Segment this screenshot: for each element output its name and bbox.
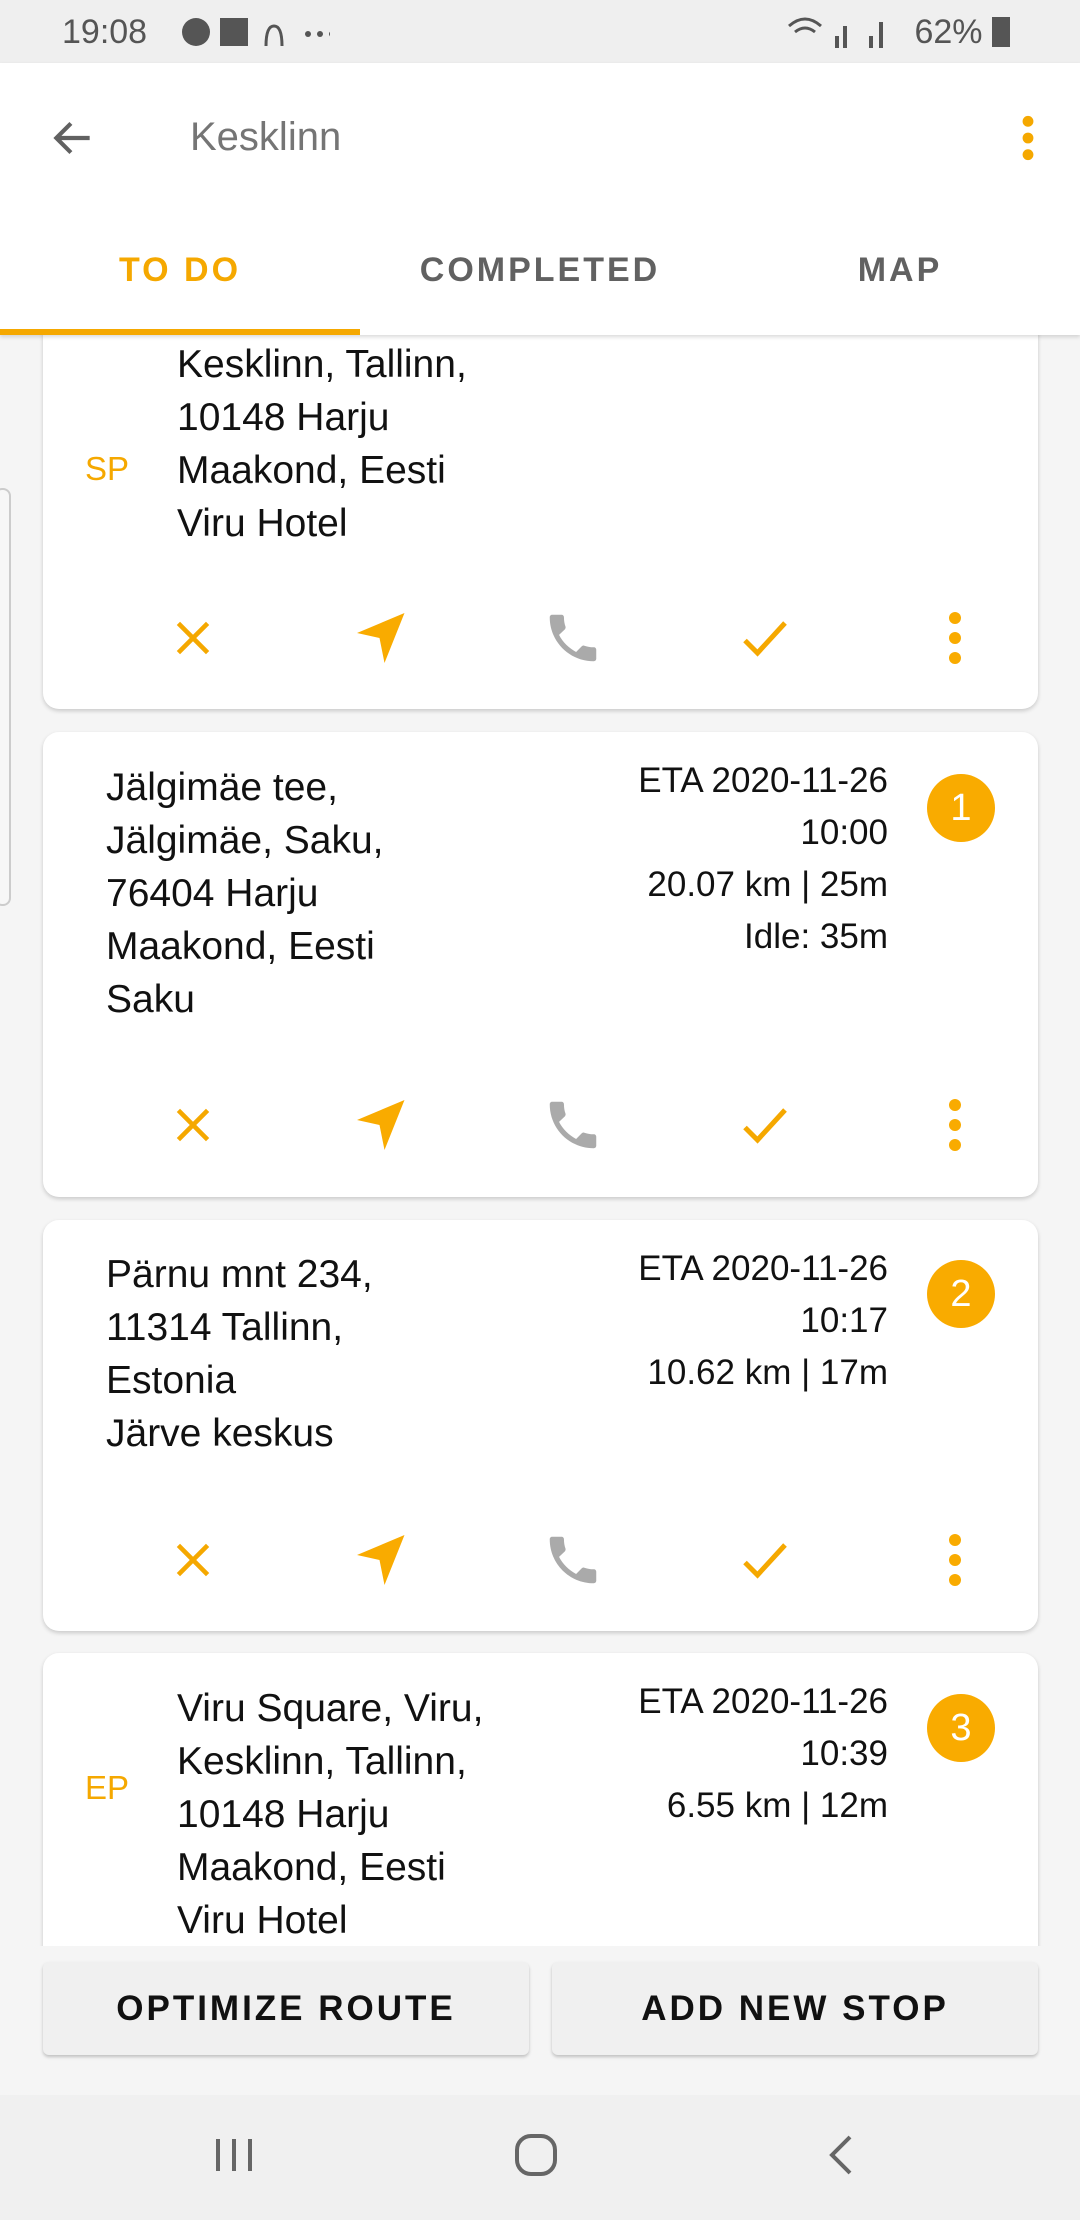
stop-list[interactable]: SP Kesklinn, Tallinn, 10148 Harju Maakond, … bbox=[0, 335, 1080, 1946]
eta-line: Idle: 35m bbox=[744, 917, 888, 956]
stop-address: Viru Square, Viru, Kesklinn, Tallinn, 1014… bbox=[177, 1682, 483, 1946]
navigation-icon bbox=[352, 1530, 412, 1590]
cancel-stop-button[interactable] bbox=[158, 1090, 228, 1160]
recent-apps-icon[interactable] bbox=[212, 2133, 256, 2177]
check-icon bbox=[735, 1095, 795, 1155]
more-vert-icon[interactable] bbox=[1016, 113, 1040, 163]
phone-icon bbox=[542, 1529, 604, 1591]
address-line: Maakond, Eesti bbox=[177, 449, 446, 492]
more-vert-icon bbox=[945, 608, 965, 668]
home-icon[interactable] bbox=[512, 2131, 560, 2179]
stop-number-badge: 3 bbox=[927, 1694, 995, 1762]
check-icon bbox=[735, 1530, 795, 1590]
stop-menu-button[interactable] bbox=[920, 1525, 990, 1595]
status-time: 19:08 bbox=[62, 13, 148, 51]
optimize-route-button[interactable]: OPTIMIZE ROUTE bbox=[43, 1962, 529, 2055]
eta-line: 10:00 bbox=[800, 813, 888, 852]
complete-stop-button[interactable] bbox=[730, 603, 800, 673]
stop-eta: ETA 2020-11-26 10:39 6.55 km | 12m bbox=[638, 1676, 888, 1832]
stop-number-badge: 1 bbox=[927, 774, 995, 842]
scrollbar[interactable] bbox=[0, 488, 11, 906]
tab-indicator bbox=[0, 329, 360, 335]
address-line: Viru Hotel bbox=[177, 502, 348, 545]
tab-completed[interactable]: COMPLETED bbox=[360, 251, 720, 290]
back-arrow-icon[interactable] bbox=[48, 113, 98, 163]
navigate-button[interactable] bbox=[347, 1525, 417, 1595]
check-icon bbox=[735, 608, 795, 668]
navigate-button[interactable] bbox=[347, 1090, 417, 1160]
add-new-stop-button[interactable]: ADD NEW STOP bbox=[552, 1962, 1038, 2055]
eta-line: ETA 2020-11-26 bbox=[638, 761, 888, 800]
address-line: Jälgimäe tee, bbox=[106, 766, 338, 809]
address-line: Saku bbox=[106, 978, 195, 1021]
app-bar: Kesklinn TO DO COMPLETED MAP bbox=[0, 63, 1080, 335]
stop-card[interactable]: SP Kesklinn, Tallinn, 10148 Harju Maakond, … bbox=[43, 335, 1038, 709]
call-button[interactable] bbox=[538, 603, 608, 673]
more-vert-icon bbox=[945, 1530, 965, 1590]
address-line: 11314 Tallinn, bbox=[106, 1306, 344, 1349]
stop-card[interactable]: EP Viru Square, Viru, Kesklinn, Tallinn, 10… bbox=[43, 1653, 1038, 1946]
phone-icon bbox=[542, 607, 604, 669]
stop-menu-button[interactable] bbox=[920, 603, 990, 673]
address-line: 10148 Harju bbox=[177, 1793, 390, 1836]
address-line: 10148 Harju bbox=[177, 396, 390, 439]
address-line: Estonia bbox=[106, 1359, 237, 1402]
cancel-stop-button[interactable] bbox=[158, 603, 228, 673]
address-line: Viru Hotel bbox=[177, 1899, 348, 1942]
cancel-icon bbox=[168, 1535, 218, 1585]
call-button[interactable] bbox=[538, 1090, 608, 1160]
eta-line: 10:39 bbox=[800, 1734, 888, 1773]
cancel-icon bbox=[168, 613, 218, 663]
address-line: Kesklinn, Tallinn, bbox=[177, 1740, 467, 1783]
page-title: Kesklinn bbox=[190, 115, 342, 159]
more-vert-icon bbox=[945, 1095, 965, 1155]
stop-eta: ETA 2020-11-26 10:17 10.62 km | 17m bbox=[638, 1243, 888, 1399]
address-line: Maakond, Eesti bbox=[106, 925, 375, 968]
address-line: 76404 Harju bbox=[106, 872, 319, 915]
call-button[interactable] bbox=[538, 1525, 608, 1595]
address-line: Jälgimäe, Saku, bbox=[106, 819, 384, 862]
stop-type-label: EP bbox=[85, 1769, 130, 1806]
eta-line: 6.55 km | 12m bbox=[666, 1786, 888, 1825]
notification-icons bbox=[182, 18, 330, 47]
stop-menu-button[interactable] bbox=[920, 1090, 990, 1160]
address-line: Järve keskus bbox=[106, 1412, 334, 1455]
tab-to-do[interactable]: TO DO bbox=[0, 251, 360, 290]
address-line: Viru Square, Viru, bbox=[177, 1687, 484, 1730]
navigation-icon bbox=[352, 1095, 412, 1155]
navigation-icon bbox=[352, 608, 412, 668]
system-back-icon[interactable] bbox=[820, 2133, 864, 2177]
tab-map[interactable]: MAP bbox=[720, 251, 1080, 290]
address-line: Maakond, Eesti bbox=[177, 1846, 446, 1889]
system-nav-bar bbox=[0, 2095, 1080, 2220]
stop-address: Pärnu mnt 234, 11314 Tallinn, Estonia Järve… bbox=[106, 1248, 373, 1460]
address-line: Pärnu mnt 234, bbox=[106, 1253, 373, 1296]
complete-stop-button[interactable] bbox=[730, 1090, 800, 1160]
battery-icon bbox=[992, 17, 1010, 47]
battery-level: 62% bbox=[914, 13, 1010, 52]
bottom-actions: OPTIMIZE ROUTE ADD NEW STOP bbox=[0, 1946, 1080, 2095]
stop-card[interactable]: Pärnu mnt 234, 11314 Tallinn, Estonia Järve… bbox=[43, 1220, 1038, 1631]
stop-address: Kesklinn, Tallinn, 10148 Harju Maakond, Ee… bbox=[177, 338, 467, 550]
stop-address: Jälgimäe tee, Jälgimäe, Saku, 76404 Harju M… bbox=[106, 761, 383, 1026]
signal-icons bbox=[788, 17, 883, 48]
eta-line: ETA 2020-11-26 bbox=[638, 1682, 888, 1721]
eta-line: 10:17 bbox=[800, 1301, 888, 1340]
cancel-icon bbox=[168, 1100, 218, 1150]
stop-eta: ETA 2020-11-26 10:00 20.07 km | 25m Idle: 3… bbox=[638, 755, 888, 963]
status-bar: 19:08 62% bbox=[0, 0, 1080, 63]
cancel-stop-button[interactable] bbox=[158, 1525, 228, 1595]
eta-line: 20.07 km | 25m bbox=[647, 865, 888, 904]
stop-type-label: SP bbox=[85, 450, 130, 487]
stop-number-badge: 2 bbox=[927, 1260, 995, 1328]
eta-line: 10.62 km | 17m bbox=[647, 1353, 888, 1392]
complete-stop-button[interactable] bbox=[730, 1525, 800, 1595]
eta-line: ETA 2020-11-26 bbox=[638, 1249, 888, 1288]
navigate-button[interactable] bbox=[347, 603, 417, 673]
address-line: Kesklinn, Tallinn, bbox=[177, 343, 467, 386]
phone-icon bbox=[542, 1094, 604, 1156]
stop-card[interactable]: Jälgimäe tee, Jälgimäe, Saku, 76404 Harju M… bbox=[43, 732, 1038, 1197]
